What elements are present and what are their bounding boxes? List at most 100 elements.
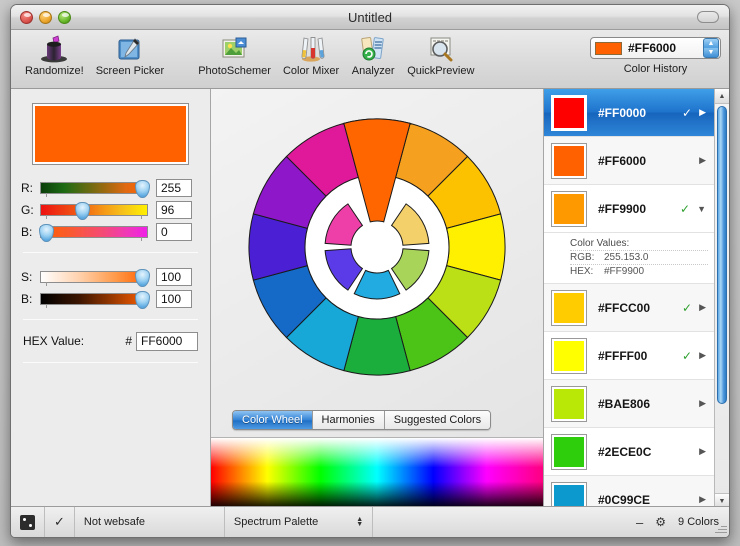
list-scrollbar[interactable]: ▲ ▼ xyxy=(714,89,729,508)
color-swatch[interactable] xyxy=(551,433,587,470)
resize-grip[interactable] xyxy=(714,522,727,535)
color-history-row[interactable]: #0C99CE ▶ xyxy=(544,476,714,508)
slider[interactable] xyxy=(40,179,150,198)
slider-tick xyxy=(46,193,47,197)
remove-color-button[interactable]: – xyxy=(636,515,643,530)
slider[interactable] xyxy=(40,268,150,287)
slider[interactable] xyxy=(40,290,150,309)
slider-label: B: xyxy=(21,225,33,239)
color-history-row[interactable]: #2ECE0C ▶ xyxy=(544,428,714,476)
row-markers: ▶ xyxy=(699,446,708,457)
disclosure-right-icon[interactable]: ▶ xyxy=(699,398,706,409)
color-swatch[interactable] xyxy=(551,289,587,326)
websafe-text: Not websafe xyxy=(83,516,146,528)
color-history-row[interactable]: #FF6000 ▶ xyxy=(544,137,714,185)
color-swatch[interactable] xyxy=(551,481,587,508)
toolbar-toggle-button[interactable] xyxy=(697,11,719,23)
hex-input[interactable]: FF6000 xyxy=(136,331,198,351)
color-history-row[interactable]: #BAE806 ▶ xyxy=(544,380,714,428)
color-history-row[interactable]: #FF9900 ✓ ▼ xyxy=(544,185,714,233)
randomize-button[interactable]: Randomize! xyxy=(19,30,90,77)
disclosure-right-icon[interactable]: ▶ xyxy=(699,302,706,313)
color-swatch[interactable] xyxy=(551,94,587,131)
color-hex-label: #FF9900 xyxy=(598,201,647,216)
slider-value[interactable]: 100 xyxy=(156,268,192,286)
palette-name: Spectrum Palette xyxy=(233,516,319,528)
palette-stepper-icon[interactable]: ▲ ▼ xyxy=(356,516,363,528)
color-swatch[interactable] xyxy=(551,385,587,422)
color-history-row[interactable]: #FF0000 ✓ ▶ xyxy=(544,89,714,137)
eyedropper-icon xyxy=(116,33,144,64)
color-hex-label: #FFCC00 xyxy=(598,300,651,315)
color-history-combo[interactable]: #FF6000 ▲ ▼ xyxy=(590,37,721,59)
detail-rgb: RGB: 255.153.0 xyxy=(570,250,708,264)
slider-tick xyxy=(46,304,47,308)
divider xyxy=(23,319,198,320)
websafe-toggle-button[interactable]: ✓ xyxy=(45,507,75,537)
slider-knob[interactable] xyxy=(75,202,91,220)
hex-value-row: HEX Value: # FF6000 xyxy=(11,331,210,351)
disclosure-right-icon[interactable]: ▶ xyxy=(699,494,706,505)
slider-label: G: xyxy=(21,203,34,217)
slider-value[interactable]: 0 xyxy=(156,223,192,241)
hex-hash: # xyxy=(125,334,132,348)
slider-row-b-sb: B: 100 xyxy=(21,288,200,310)
screen-picker-button[interactable]: Screen Picker xyxy=(90,30,170,77)
disclosure-down-icon[interactable]: ▼ xyxy=(697,204,706,214)
color-swatch[interactable] xyxy=(551,190,587,227)
slider-tick xyxy=(46,282,47,286)
websafe-check-icon: ✓ xyxy=(682,105,693,120)
disclosure-right-icon[interactable]: ▶ xyxy=(699,155,706,166)
combo-color-swatch xyxy=(595,41,622,55)
disclosure-right-icon[interactable]: ▶ xyxy=(699,446,706,457)
color-preview-swatch[interactable] xyxy=(32,103,189,165)
slider-knob[interactable] xyxy=(39,224,54,242)
gear-icon[interactable]: ⚙ xyxy=(655,515,666,529)
combo-stepper[interactable]: ▲ ▼ xyxy=(703,38,719,58)
slider-value[interactable]: 96 xyxy=(156,201,192,219)
row-markers: ✓ ▶ xyxy=(682,301,708,315)
minimize-button[interactable] xyxy=(39,10,52,24)
tab-harmonies[interactable]: Harmonies xyxy=(312,411,385,429)
color-swatch[interactable] xyxy=(551,337,587,374)
toolbar-label: Screen Picker xyxy=(95,65,165,77)
zoom-button[interactable] xyxy=(58,10,71,24)
tab-suggested-colors[interactable]: Suggested Colors xyxy=(384,411,491,429)
slider-value[interactable]: 255 xyxy=(156,179,192,197)
spectrum-palette-strip[interactable] xyxy=(211,437,543,508)
slider-tick xyxy=(141,237,142,241)
websafe-status: Not websafe xyxy=(75,507,225,537)
spectrum-gradient xyxy=(211,438,543,508)
slider-value[interactable]: 100 xyxy=(156,290,192,308)
disclosure-right-icon[interactable]: ▶ xyxy=(699,107,706,118)
slider-knob[interactable] xyxy=(135,269,150,287)
analyzer-button[interactable]: Analyzer xyxy=(345,30,401,77)
hex-label: HEX Value: xyxy=(23,334,85,348)
palette-selector[interactable]: Spectrum Palette ▲ ▼ xyxy=(225,507,374,537)
analyzer-icon xyxy=(359,33,387,64)
slider[interactable] xyxy=(39,223,148,242)
scroll-up-arrow[interactable]: ▲ xyxy=(715,89,729,104)
dice-button[interactable] xyxy=(11,507,45,537)
color-history-row[interactable]: #FFCC00 ✓ ▶ xyxy=(544,284,714,332)
close-button[interactable] xyxy=(20,10,33,24)
slider-label: B: xyxy=(21,292,33,306)
disclosure-right-icon[interactable]: ▶ xyxy=(699,350,706,361)
color-mixer-button[interactable]: Color Mixer xyxy=(277,30,345,77)
slider-knob[interactable] xyxy=(135,180,150,198)
color-swatch[interactable] xyxy=(551,142,587,179)
window-titlebar[interactable]: Untitled xyxy=(11,5,729,30)
slider-row-g: G: 96 xyxy=(21,199,200,221)
scrollbar-thumb[interactable] xyxy=(717,106,727,404)
color-controls-panel: R: 255 G: 96 B: 0 S: 100 B: 100 HEX Value: # FF6… xyxy=(11,89,211,508)
sb-sliders: S: 100 B: 100 xyxy=(11,266,210,310)
color-history-row[interactable]: #FFFF00 ✓ ▶ xyxy=(544,332,714,380)
tab-color-wheel[interactable]: Color Wheel xyxy=(233,411,313,429)
toolbar-label: QuickPreview xyxy=(407,65,475,77)
slider[interactable] xyxy=(40,201,148,220)
color-wheel[interactable] xyxy=(211,89,543,404)
photoschemer-button[interactable]: PhotoSchemer xyxy=(192,30,277,77)
slider-tick xyxy=(46,215,47,219)
quickpreview-button[interactable]: QuickPreview xyxy=(401,30,480,77)
slider-knob[interactable] xyxy=(135,291,150,309)
